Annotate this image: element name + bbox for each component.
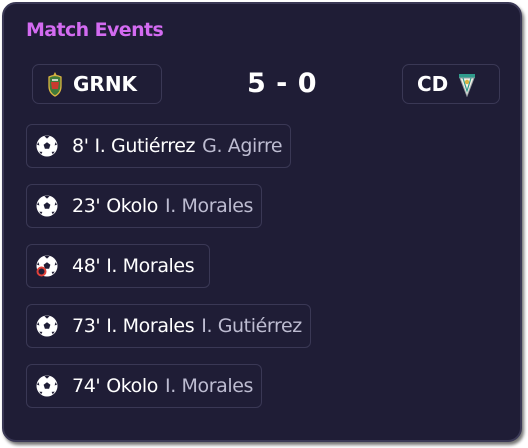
away-team-chip[interactable]: CD [402, 64, 500, 104]
event-row[interactable]: 74' Okolo I. Morales [26, 364, 263, 408]
event-assist: G. Agirre [202, 135, 283, 157]
event-minute: 48' [72, 255, 101, 277]
event-row[interactable]: 23' Okolo I. Morales [26, 184, 263, 228]
event-assist: I. Morales [165, 375, 254, 397]
away-team-name: CD [417, 72, 449, 96]
event-minute: 23' [72, 195, 101, 217]
event-scorer: Okolo [106, 195, 159, 217]
event-scorer: I. Gutiérrez [94, 135, 196, 157]
event-minute: 8' [72, 135, 89, 157]
soccer-ball-icon [35, 194, 59, 218]
home-team-name: GRNK [73, 72, 138, 96]
match-score: 5 - 0 [246, 68, 318, 99]
away-team-crest-icon [459, 74, 476, 97]
card-title: Match Events [26, 19, 164, 41]
event-row[interactable]: 73' I. Morales I. Gutiérrez [26, 304, 311, 348]
home-team-chip[interactable]: GRNK [32, 64, 162, 104]
event-assist: I. Gutiérrez [201, 315, 302, 337]
event-assist: I. Morales [165, 195, 254, 217]
soccer-ball-icon [35, 314, 59, 338]
event-row[interactable]: 8' I. Gutiérrez G. Agirre [26, 124, 292, 168]
penalty-goal-icon [36, 254, 59, 277]
event-scorer: Okolo [106, 375, 159, 397]
event-scorer: I. Morales [106, 315, 195, 337]
event-row[interactable]: 48' I. Morales [26, 244, 211, 288]
soccer-ball-icon [35, 134, 59, 158]
event-scorer: I. Morales [106, 255, 195, 277]
match-events-card: Match Events GRNK 5 - 0 CD 8' I. Gutiérr… [2, 2, 522, 442]
soccer-ball-icon [35, 374, 59, 398]
event-minute: 73' [72, 315, 101, 337]
event-minute: 74' [72, 375, 101, 397]
home-team-crest-icon [48, 72, 62, 97]
